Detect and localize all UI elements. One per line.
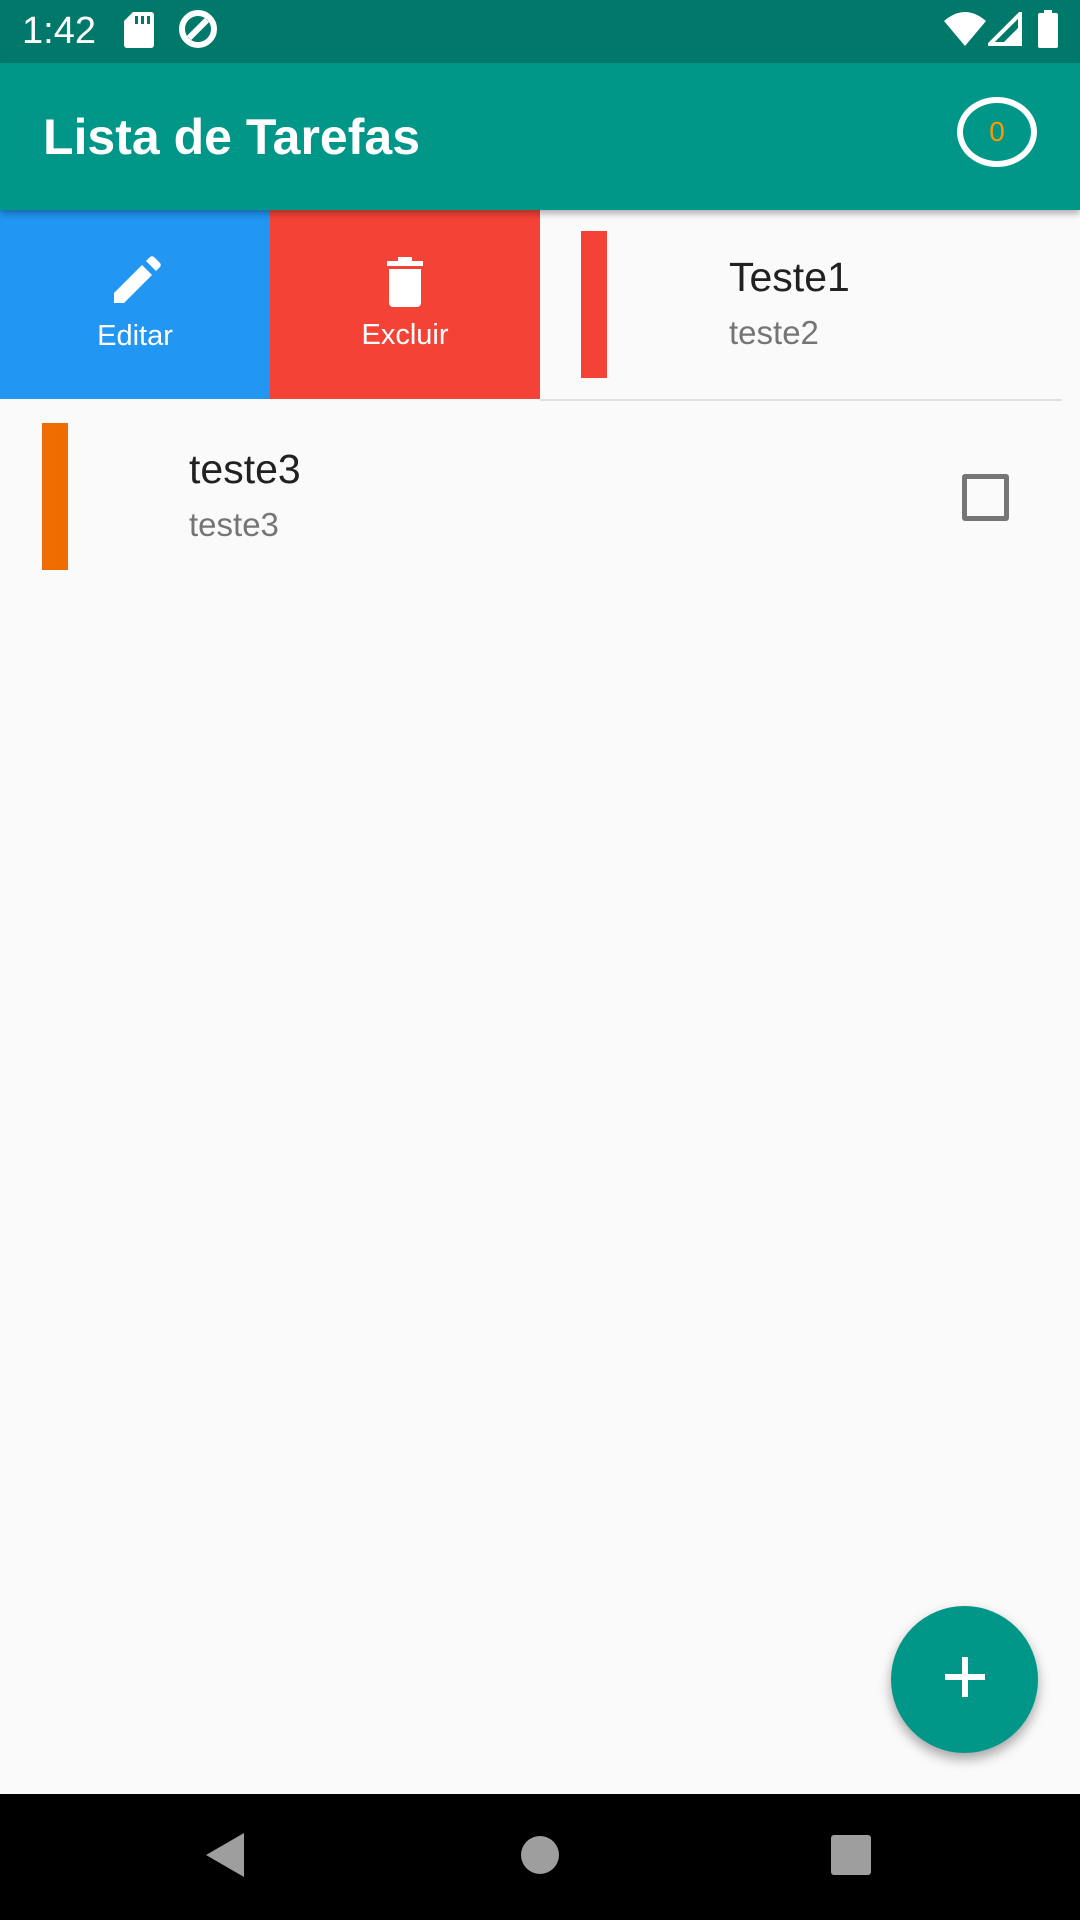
task-color-indicator (42, 423, 68, 570)
task-checkbox[interactable] (962, 474, 1009, 521)
back-button[interactable] (163, 1794, 289, 1920)
home-button[interactable] (477, 1794, 603, 1920)
task-counter-badge: 0 (957, 97, 1037, 167)
task-title: teste3 (189, 446, 301, 492)
wifi-icon (944, 12, 986, 51)
task-counter-value: 0 (989, 116, 1005, 147)
delete-label: Excluir (361, 319, 449, 351)
trash-icon (385, 257, 425, 312)
delete-button[interactable]: Excluir (270, 210, 540, 399)
home-icon (520, 1835, 560, 1880)
task-title: Teste1 (729, 254, 850, 300)
navigation-bar (0, 1794, 1080, 1920)
cell-signal-icon (985, 9, 1022, 51)
task-color-indicator (581, 231, 607, 378)
edit-button[interactable]: Editar (0, 210, 270, 399)
app-bar: Lista de Tarefas (0, 63, 1080, 210)
data-saver-icon (177, 8, 219, 55)
list-item: Editar Excluir Teste1 teste2 (0, 210, 1080, 401)
task-description: teste2 (729, 314, 819, 351)
status-bar: 1:42 (0, 0, 1080, 63)
task-description: teste3 (189, 506, 279, 543)
sd-card-icon (124, 10, 154, 53)
status-time: 1:42 (22, 10, 96, 52)
recents-icon (831, 1834, 871, 1880)
list-item[interactable]: teste3 teste3 (0, 401, 1080, 590)
plus-icon (944, 1657, 985, 1702)
battery-icon (1038, 10, 1058, 53)
add-task-button[interactable] (891, 1606, 1038, 1753)
back-icon (206, 1832, 246, 1882)
edit-label: Editar (97, 320, 173, 352)
recents-button[interactable] (788, 1794, 914, 1920)
pencil-icon (109, 256, 161, 313)
task-card[interactable]: Teste1 teste2 (540, 210, 1080, 399)
page-title: Lista de Tarefas (43, 109, 421, 165)
